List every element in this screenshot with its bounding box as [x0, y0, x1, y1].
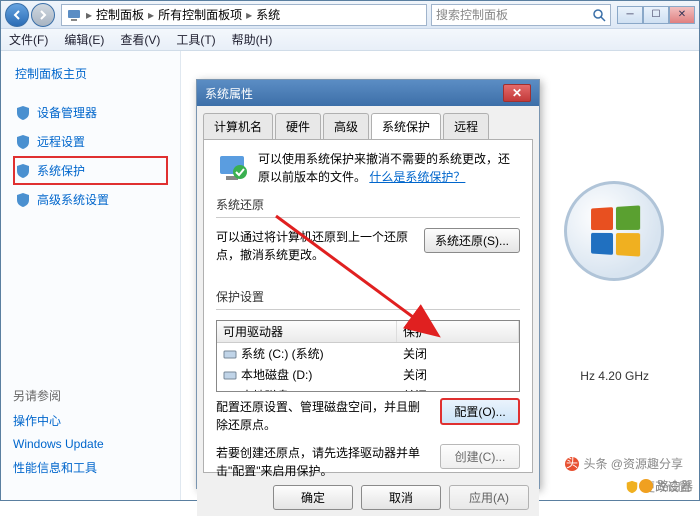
svg-text:头: 头: [566, 457, 578, 470]
shield-icon: [15, 105, 31, 121]
configure-button[interactable]: 配置(O)...: [440, 398, 520, 425]
search-input[interactable]: 搜索控制面板: [431, 4, 611, 26]
titlebar: ▸ 控制面板 ▸ 所有控制面板项 ▸ 系统 搜索控制面板 ─ ☐ ✕: [1, 1, 699, 29]
cpu-freq-text: Hz 4.20 GHz: [580, 369, 649, 383]
breadcrumb-item[interactable]: 所有控制面板项: [158, 6, 242, 23]
shield-icon: [15, 192, 31, 208]
sidebar-link-windows-update[interactable]: Windows Update: [13, 433, 168, 455]
menu-edit[interactable]: 编辑(E): [64, 31, 104, 48]
sidebar-home[interactable]: 控制面板主页: [13, 59, 168, 88]
router-icon: [638, 478, 654, 494]
protection-icon: [216, 150, 248, 186]
drives-table[interactable]: 可用驱动器 保护 系统 (C:) (系统) 关闭 本地磁盘 (D:) 关闭 本地…: [216, 320, 520, 392]
computer-icon: [66, 7, 82, 23]
cancel-button[interactable]: 取消: [361, 485, 441, 510]
tab-body: 可以使用系统保护来撤消不需要的系统更改，还原以前版本的文件。 什么是系统保护？ …: [203, 139, 533, 473]
restore-description: 可以通过将计算机还原到上一个还原点，撤消系统更改。: [216, 228, 414, 264]
apply-button: 应用(A): [449, 485, 529, 510]
sidebar: 控制面板主页 设备管理器 远程设置 系统保护 高级系统设置: [1, 51, 181, 500]
col-drive[interactable]: 可用驱动器: [217, 321, 397, 342]
table-row[interactable]: 系统 (C:) (系统) 关闭: [217, 343, 519, 364]
system-restore-button[interactable]: 系统还原(S)...: [424, 228, 520, 253]
windows-logo: [559, 181, 669, 281]
control-panel-window: ▸ 控制面板 ▸ 所有控制面板项 ▸ 系统 搜索控制面板 ─ ☐ ✕ 文件(F)…: [0, 0, 700, 501]
sidebar-item-protection[interactable]: 系统保护: [13, 156, 168, 185]
drive-icon: [223, 348, 237, 360]
section-settings-title: 保护设置: [216, 288, 520, 305]
shield-icon: [15, 134, 31, 150]
what-is-protection-link[interactable]: 什么是系统保护？: [369, 170, 465, 184]
sidebar-item-device-manager[interactable]: 设备管理器: [13, 98, 168, 127]
avatar-icon: 头: [565, 457, 579, 471]
menubar: 文件(F) 编辑(E) 查看(V) 工具(T) 帮助(H): [1, 29, 699, 51]
create-description: 若要创建还原点，请先选择驱动器并单击"配置"来启用保护。: [216, 444, 430, 480]
table-row[interactable]: 本地磁盘 (E:) 关闭: [217, 385, 519, 392]
tab-hardware[interactable]: 硬件: [275, 113, 321, 140]
watermark: 头 头条 @资源趣分享: [559, 453, 689, 474]
menu-file[interactable]: 文件(F): [9, 31, 48, 48]
drive-icon: [223, 390, 237, 393]
drive-icon: [223, 369, 237, 381]
dialog-close-button[interactable]: ✕: [503, 84, 531, 102]
tab-computer-name[interactable]: 计算机名: [203, 113, 273, 140]
breadcrumb[interactable]: ▸ 控制面板 ▸ 所有控制面板项 ▸ 系统: [61, 4, 427, 26]
dialog-title-text: 系统属性: [205, 85, 253, 102]
nav-back-button[interactable]: [5, 3, 29, 27]
shield-icon: [15, 163, 31, 179]
ok-button[interactable]: 确定: [273, 485, 353, 510]
configure-description: 配置还原设置、管理磁盘空间，并且删除还原点。: [216, 398, 430, 434]
system-properties-dialog: 系统属性 ✕ 计算机名 硬件 高级 系统保护 远程 可以使用系统保护来撤消不需要…: [196, 79, 540, 489]
sidebar-seealso-label: 另请参阅: [13, 383, 168, 408]
search-placeholder: 搜索控制面板: [436, 6, 508, 23]
sidebar-link-performance[interactable]: 性能信息和工具: [13, 455, 168, 480]
section-restore-title: 系统还原: [216, 196, 520, 213]
tab-system-protection[interactable]: 系统保护: [371, 113, 441, 140]
menu-view[interactable]: 查看(V): [120, 31, 160, 48]
shield-icon: [625, 480, 639, 494]
create-button: 创建(C)...: [440, 444, 520, 469]
dialog-tabs: 计算机名 硬件 高级 系统保护 远程: [197, 106, 539, 139]
brand-footer: 路由器: [638, 477, 693, 494]
sidebar-item-advanced[interactable]: 高级系统设置: [13, 185, 168, 214]
maximize-button[interactable]: ☐: [643, 6, 669, 24]
dialog-titlebar[interactable]: 系统属性 ✕: [197, 80, 539, 106]
menu-help[interactable]: 帮助(H): [232, 31, 273, 48]
breadcrumb-item[interactable]: 系统: [256, 6, 280, 23]
sidebar-link-action-center[interactable]: 操作中心: [13, 408, 168, 433]
breadcrumb-item[interactable]: 控制面板: [96, 6, 144, 23]
tab-remote[interactable]: 远程: [443, 113, 489, 140]
nav-forward-button[interactable]: [31, 3, 55, 27]
table-row[interactable]: 本地磁盘 (D:) 关闭: [217, 364, 519, 385]
close-button[interactable]: ✕: [669, 6, 695, 24]
search-icon: [592, 8, 606, 22]
menu-tools[interactable]: 工具(T): [176, 31, 215, 48]
protection-description: 可以使用系统保护来撤消不需要的系统更改，还原以前版本的文件。 什么是系统保护？: [258, 150, 520, 186]
minimize-button[interactable]: ─: [617, 6, 643, 24]
sidebar-item-remote[interactable]: 远程设置: [13, 127, 168, 156]
tab-advanced[interactable]: 高级: [323, 113, 369, 140]
col-protection[interactable]: 保护: [397, 321, 519, 342]
